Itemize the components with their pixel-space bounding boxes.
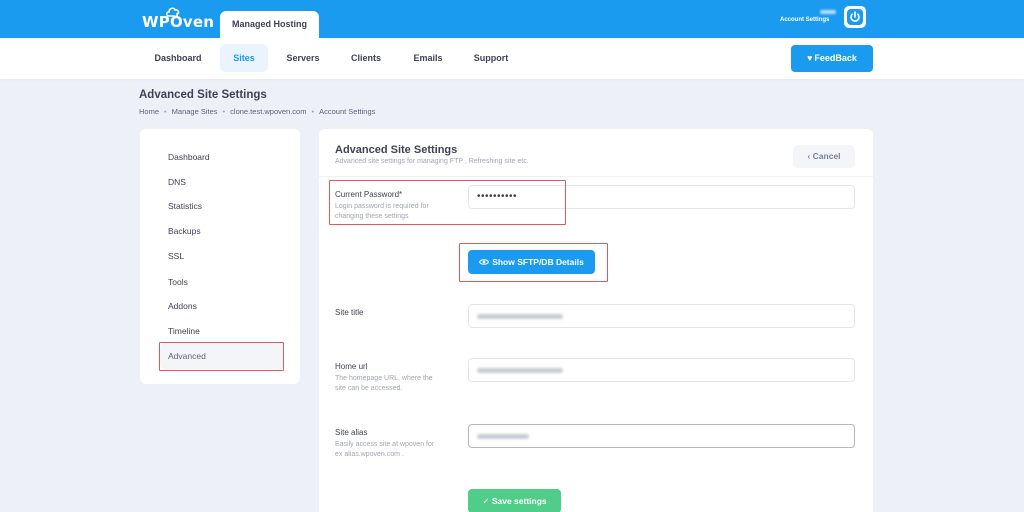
cancel-button[interactable]: ‹ Cancel [793,145,855,168]
home-url-input[interactable] [468,358,855,382]
home-url-help-line2: site can be accessed. [335,385,403,392]
site-alias-help-line2: ex alias.wpoven.com . [335,451,404,458]
site-alias-value-blurred [477,434,529,439]
site-alias-input[interactable] [468,424,855,448]
sidebar-item-tools[interactable]: Tools [168,277,188,287]
site-alias-help-line1: Easily access site at wpoven for [335,441,435,448]
account-settings-link[interactable]: Account Settings [780,17,829,23]
highlight-box-password [329,180,566,225]
top-bar: WPOven Managed Hosting Account Settings [0,0,1024,38]
save-settings-button[interactable]: ✓ Save settings [468,489,561,512]
site-alias-help: Easily access site at wpoven for ex alia… [335,440,455,460]
sidebar-item-dns[interactable]: DNS [168,177,186,187]
header-divider [319,176,873,177]
highlight-box-show-details [459,243,608,282]
sidebar-item-dashboard[interactable]: Dashboard [168,152,210,162]
heart-icon: ♥ [807,53,813,63]
tab-managed-hosting[interactable]: Managed Hosting [220,11,319,38]
home-url-help: The homepage URL, where the site can be … [335,374,455,394]
home-url-value-blurred [477,368,563,373]
nav-emails[interactable]: Emails [405,38,451,73]
nav-dashboard[interactable]: Dashboard [146,38,210,73]
wpoven-logo[interactable]: WPOven [142,7,214,31]
site-alias-label: Site alias [335,428,368,437]
breadcrumb-manage-sites[interactable]: Manage Sites [172,107,218,116]
power-icon [847,9,863,25]
cloud-icon [165,7,180,17]
panel-title: Advanced Site Settings [335,144,458,156]
nav-clients[interactable]: Clients [343,38,389,73]
cancel-label: Cancel [812,151,841,161]
breadcrumb: Home • Manage Sites • clone.test.wpoven.com •… [139,107,375,116]
sidebar-item-timeline[interactable]: Timeline [168,326,200,336]
breadcrumb-home[interactable]: Home [139,107,159,116]
feedback-button[interactable]: ♥ FeedBack [791,45,873,72]
breadcrumb-account-settings: Account Settings [319,107,376,116]
breadcrumb-separator: • [164,107,167,116]
chevron-left-icon: ‹ [807,151,811,161]
site-title-label: Site title [335,308,364,317]
home-url-help-line1: The homepage URL, where the [335,375,433,382]
nav-support[interactable]: Support [466,38,516,73]
nav-servers[interactable]: Servers [278,38,328,73]
breadcrumb-separator: • [311,107,315,116]
site-title-input[interactable] [468,304,855,328]
account-name-blurred [820,10,836,14]
panel-subtitle: Advanced site settings for managing FTP … [335,158,529,165]
breadcrumb-site[interactable]: clone.test.wpoven.com [230,107,306,116]
check-icon: ✓ [482,496,490,506]
save-settings-label: Save settings [491,496,547,506]
sidebar-item-backups[interactable]: Backups [168,226,201,236]
breadcrumb-separator: • [222,107,226,116]
sidebar-item-ssl[interactable]: SSL [168,251,184,261]
power-button[interactable] [844,6,866,28]
sidebar-item-statistics[interactable]: Statistics [168,201,202,211]
feedback-label: FeedBack [814,53,857,63]
page-title: Advanced Site Settings [139,89,267,101]
nav-sites[interactable]: Sites [220,44,268,72]
main-nav: Dashboard Sites Servers Clients Emails S… [0,38,1024,79]
home-url-label: Home url [335,362,368,371]
highlight-box-advanced [159,342,284,371]
sidebar-item-addons[interactable]: Addons [168,301,197,311]
site-title-value-blurred [477,314,563,319]
